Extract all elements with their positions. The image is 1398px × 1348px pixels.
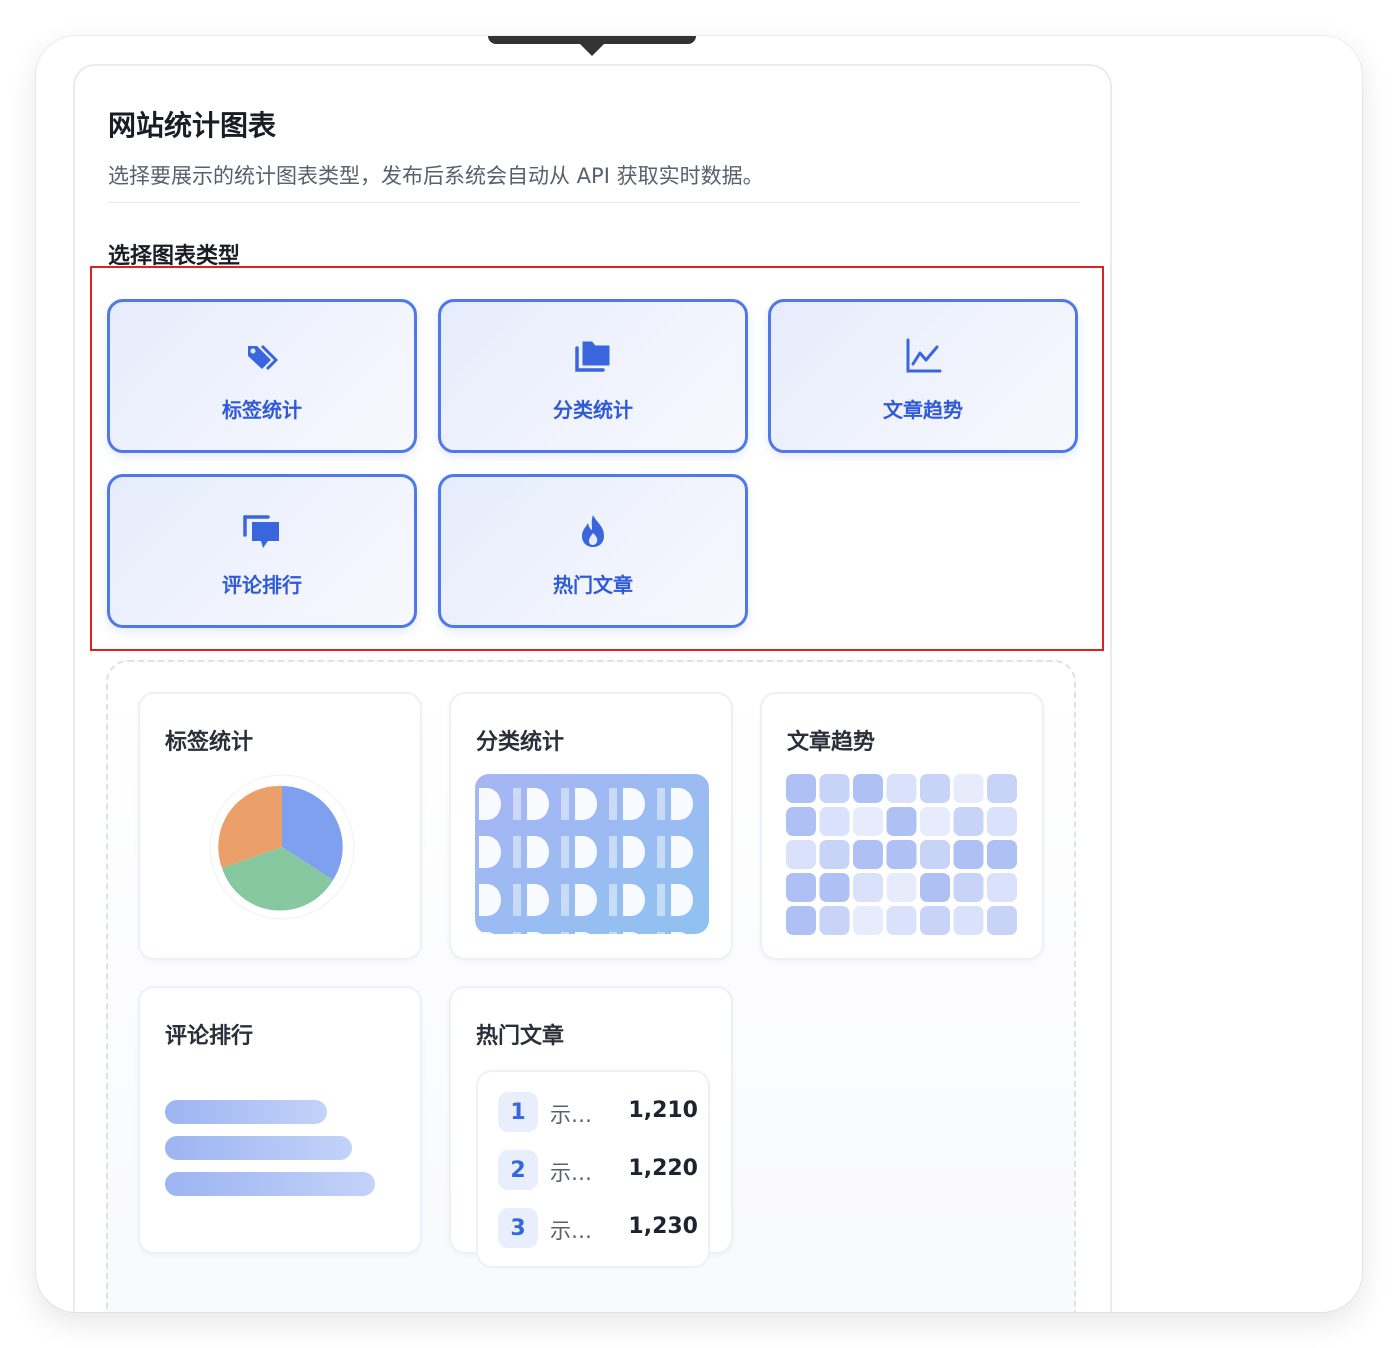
heatmap-cell [886,840,917,869]
pattern-stripe [513,932,521,934]
heatmap-cell [786,774,816,803]
preview-card-comments: 评论排行 [138,986,422,1254]
heatmap-cell [920,873,950,902]
heatmap-cell [987,873,1017,902]
heatmap-cell [886,774,917,803]
pattern-stripe [561,884,569,916]
pie-chart [209,774,355,920]
preview-card-categories: 分类统计 [449,692,733,960]
rank-title: 示… [550,1103,592,1127]
pattern-stripe [657,932,665,934]
preview-title: 评论排行 [165,1024,254,1049]
heatmap-cell [853,840,883,869]
trend-heatmap [786,774,1017,935]
heatmap-cell [920,840,950,869]
pattern-stripe [609,884,617,916]
rank-item[interactable]: 2 示… 1,220 [498,1150,698,1190]
hot-rank-list: 1 示… 1,210 2 示… 1,220 3 示… 1,230 [476,1070,710,1268]
app-window: 网站统计图表 选择要展示的统计图表类型，发布后系统会自动从 API 获取实时数据… [36,36,1362,1312]
rank-title: 示… [550,1219,592,1243]
rank-value: 1,210 [628,1098,698,1123]
heatmap-cell [819,840,850,869]
preview-card-hot: 热门文章 1 示… 1,210 2 示… 1,220 3 示… 1,230 [449,986,733,1268]
pattern-stripe [657,788,665,820]
pattern-stripe [657,836,665,868]
divider [108,202,1080,203]
heatmap-cell [786,840,816,869]
heatmap-cell [920,906,950,935]
pattern-stripe [561,788,569,820]
pattern-stripe [513,788,521,820]
comment-bar [165,1172,375,1196]
heatmap-cell [853,906,883,935]
preview-area: 标签统计 分类统计 文章趋势 评论排行 热门文章 1 示… 1,210 2 示…… [106,660,1076,1312]
heatmap-cell [953,807,984,836]
heatmap-cell [987,807,1017,836]
heatmap-cell [853,774,883,803]
heatmap-cell [987,906,1017,935]
rank-item[interactable]: 1 示… 1,210 [498,1092,698,1132]
heatmap-cell [786,807,816,836]
comment-bar [165,1136,352,1160]
preview-title: 文章趋势 [787,730,876,755]
rank-title: 示… [550,1161,592,1185]
heatmap-cell [953,873,984,902]
heatmap-cell [953,906,984,935]
rank-number: 3 [498,1208,538,1248]
heatmap-cell [953,840,984,869]
heatmap-cell [853,807,883,836]
heatmap-cell [920,807,950,836]
panel-title: 网站统计图表 [108,109,277,142]
heatmap-cell [819,807,850,836]
heatmap-cell [819,873,850,902]
heatmap-cell [987,774,1017,803]
heatmap-cell [819,774,850,803]
heatmap-cell [886,906,917,935]
rank-item[interactable]: 3 示… 1,230 [498,1208,698,1248]
heatmap-cell [786,873,816,902]
comment-bar [165,1100,327,1124]
preview-title: 热门文章 [476,1024,565,1049]
pattern-stripe [609,788,617,820]
heatmap-cell [987,840,1017,869]
heatmap-cell [853,873,883,902]
rank-number: 1 [498,1092,538,1132]
pattern-stripe [657,884,665,916]
preview-card-tags: 标签统计 [138,692,422,960]
heatmap-cell [953,774,984,803]
rank-value: 1,220 [628,1156,698,1181]
preview-title: 分类统计 [476,730,565,755]
heatmap-cell [920,774,950,803]
pattern-stripe [561,932,569,934]
rank-number: 2 [498,1150,538,1190]
pattern-stripe [513,836,521,868]
pattern-stripe [609,836,617,868]
heatmap-cell [886,873,917,902]
category-pattern-chart [475,774,709,934]
pattern-stripe [561,836,569,868]
pattern-stripe [609,932,617,934]
panel-description: 选择要展示的统计图表类型，发布后系统会自动从 API 获取实时数据。 [108,164,764,188]
heatmap-cell [886,807,917,836]
heatmap-cell [819,906,850,935]
preview-card-trend: 文章趋势 [760,692,1044,960]
preview-title: 标签统计 [165,730,254,755]
pattern-stripe [513,884,521,916]
heatmap-cell [786,906,816,935]
rank-value: 1,230 [628,1214,698,1239]
selection-highlight [90,266,1104,651]
tooltip-pointer [488,36,696,56]
